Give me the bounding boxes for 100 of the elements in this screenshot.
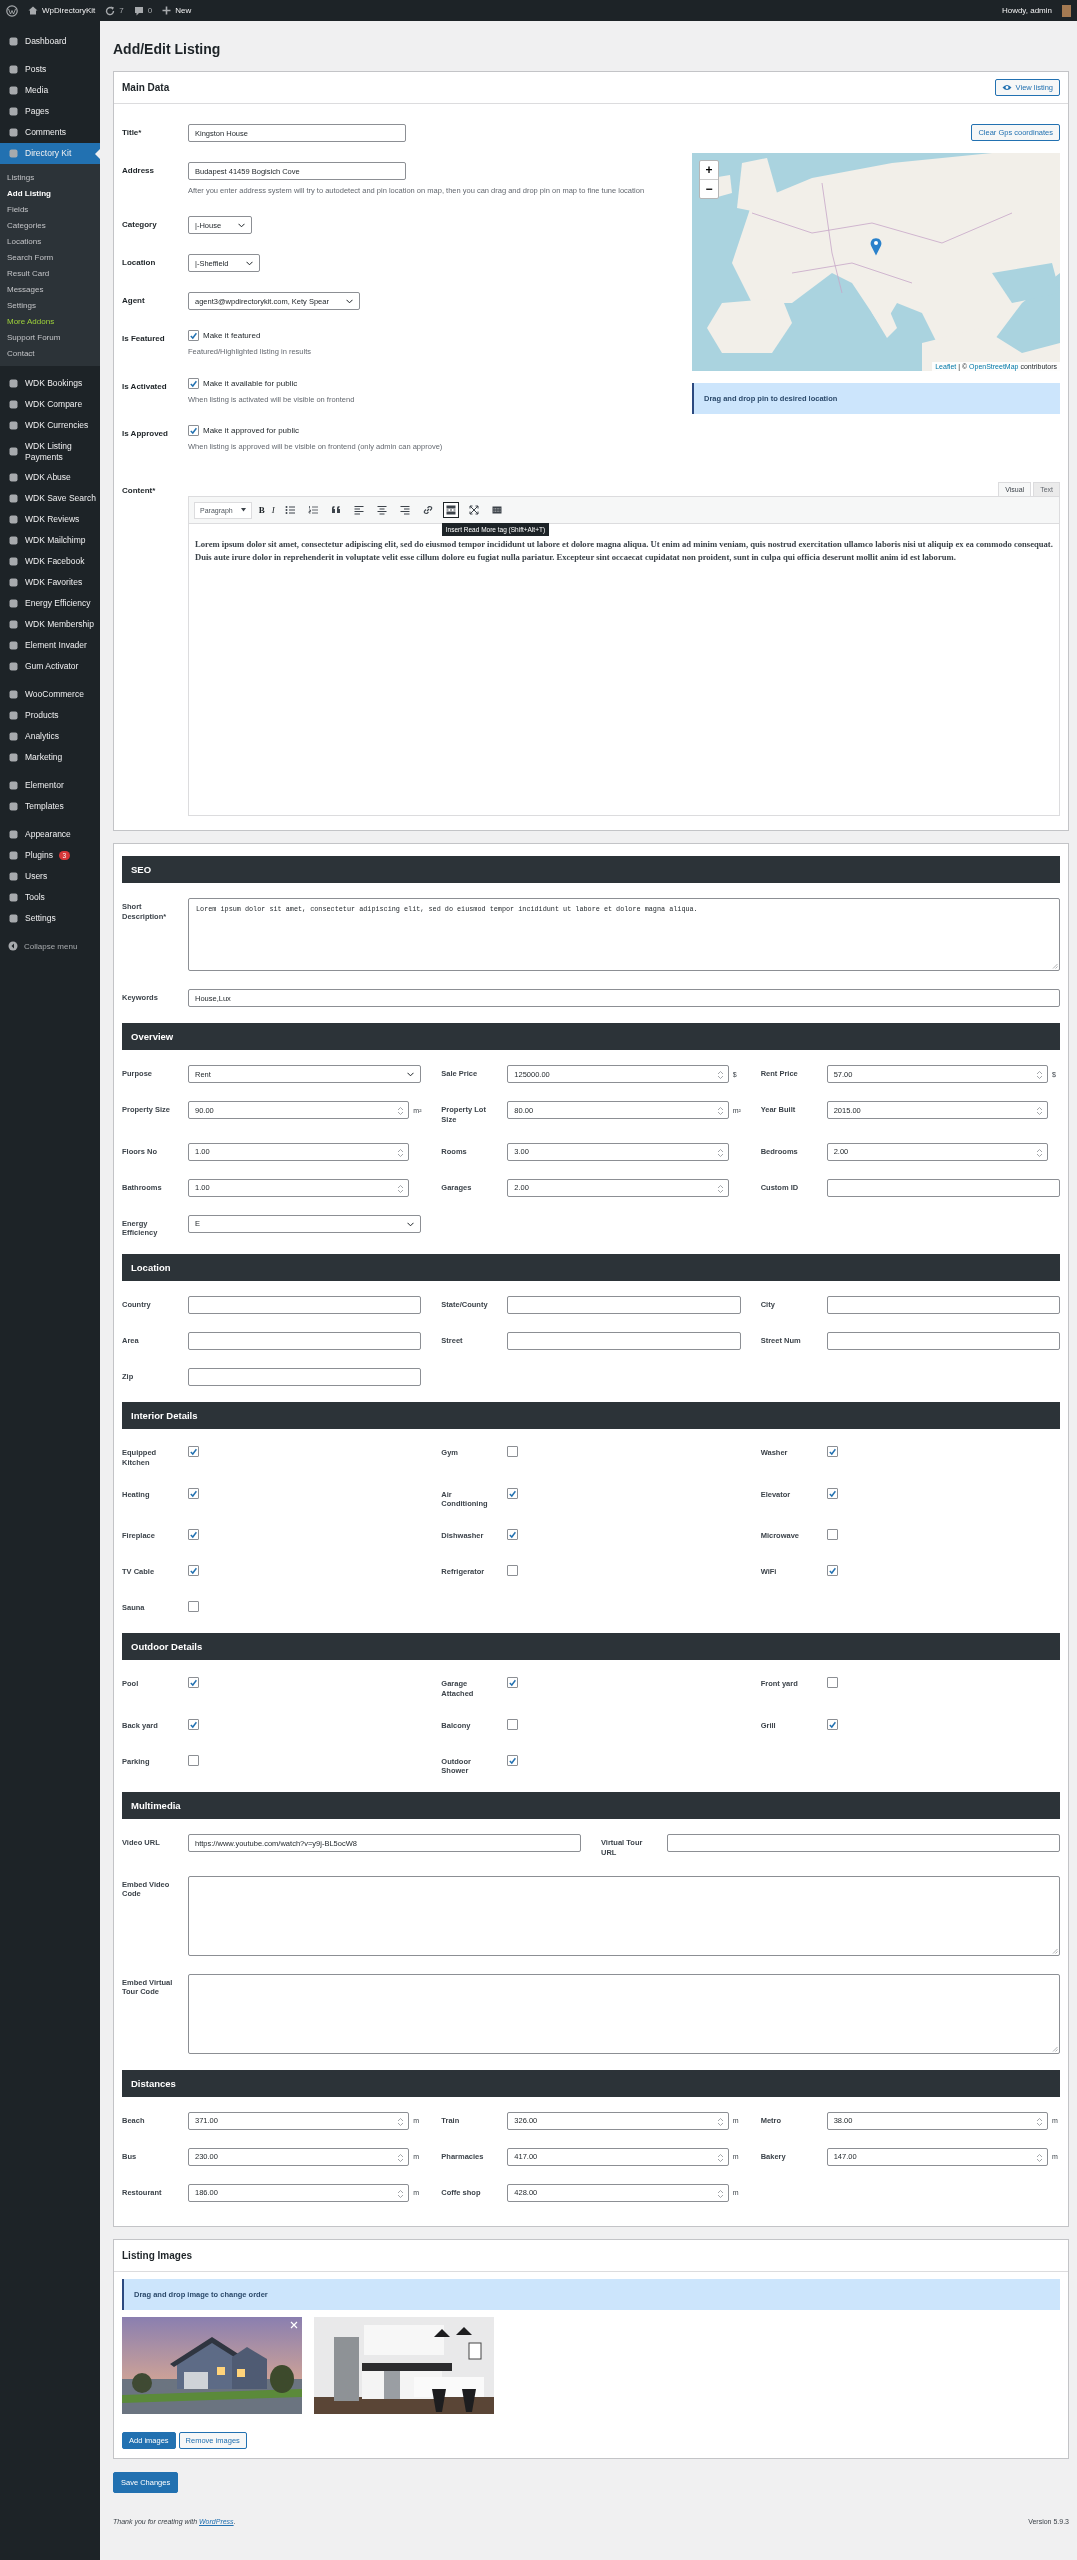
text-field[interactable] bbox=[507, 1296, 741, 1314]
zoom-in-button[interactable]: + bbox=[700, 161, 718, 179]
spinner-icon[interactable] bbox=[397, 2116, 405, 2127]
checkbox[interactable] bbox=[507, 1529, 519, 1540]
sidebar-item[interactable]: Settings bbox=[0, 908, 100, 930]
italic-button[interactable]: I bbox=[271, 505, 275, 515]
submenu-item[interactable]: More Addons bbox=[0, 313, 100, 329]
sidebar-item[interactable]: Energy Efficiency bbox=[0, 593, 100, 615]
sidebar-item[interactable]: Products bbox=[0, 705, 100, 727]
plus-icon[interactable] bbox=[162, 6, 172, 15]
text-field[interactable] bbox=[826, 1178, 1060, 1197]
checkbox[interactable] bbox=[188, 1718, 199, 1730]
comment-icon[interactable] bbox=[133, 5, 144, 16]
spinner-icon[interactable] bbox=[716, 2188, 724, 2199]
spinner-icon[interactable] bbox=[397, 1183, 405, 1194]
text-field[interactable] bbox=[188, 1332, 422, 1350]
new-link[interactable]: New bbox=[175, 6, 192, 15]
text-area[interactable] bbox=[188, 1875, 1060, 1956]
checkbox[interactable] bbox=[188, 1446, 199, 1457]
fullscreen-icon[interactable] bbox=[468, 505, 479, 515]
checkbox[interactable] bbox=[826, 1487, 838, 1499]
refresh-icon[interactable] bbox=[105, 5, 116, 16]
sidebar-item[interactable]: WDK Facebook bbox=[0, 551, 100, 573]
sidebar-item[interactable]: Appearance bbox=[0, 824, 100, 846]
checkbox[interactable] bbox=[188, 1529, 199, 1540]
checkbox[interactable] bbox=[188, 1677, 199, 1688]
align-center-icon[interactable] bbox=[376, 505, 387, 515]
spinner-icon[interactable] bbox=[1036, 2116, 1043, 2127]
spinner-icon[interactable] bbox=[1036, 1070, 1043, 1080]
checkbox[interactable] bbox=[826, 1529, 838, 1540]
checkbox[interactable] bbox=[826, 1565, 838, 1576]
spinner-icon[interactable] bbox=[716, 2116, 724, 2127]
spinner-icon[interactable] bbox=[716, 1106, 724, 1116]
submenu-item[interactable]: Result Card bbox=[0, 265, 100, 281]
sidebar-item[interactable]: WooCommerce bbox=[0, 684, 100, 706]
text-field[interactable] bbox=[507, 1332, 741, 1350]
checkbox[interactable] bbox=[507, 1565, 519, 1576]
submenu-item[interactable]: Locations bbox=[0, 233, 100, 249]
collapse-menu-button[interactable]: Collapse menu bbox=[0, 936, 100, 957]
quote-icon[interactable] bbox=[330, 505, 341, 515]
sidebar-item[interactable]: Dashboard bbox=[0, 31, 100, 52]
text-field[interactable] bbox=[826, 1296, 1060, 1314]
spinner-icon[interactable] bbox=[397, 1106, 405, 1116]
spinner-icon[interactable] bbox=[397, 2152, 405, 2163]
bulleted-list-icon[interactable] bbox=[284, 505, 295, 515]
spinner-icon[interactable] bbox=[716, 1070, 724, 1080]
spinner-icon[interactable] bbox=[716, 1183, 724, 1194]
submenu-item[interactable]: Support Forum bbox=[0, 329, 100, 345]
checkbox[interactable] bbox=[507, 1677, 519, 1688]
sidebar-item[interactable]: Directory Kit bbox=[0, 143, 100, 164]
text-field[interactable] bbox=[826, 1332, 1060, 1350]
submenu-item[interactable]: Add Listing bbox=[0, 185, 100, 201]
checkbox[interactable] bbox=[188, 377, 199, 389]
submenu-item[interactable]: Categories bbox=[0, 217, 100, 233]
submenu-item[interactable]: Settings bbox=[0, 297, 100, 313]
map-marker-icon[interactable] bbox=[870, 237, 882, 256]
text-area[interactable] bbox=[188, 1973, 1060, 2054]
checkbox[interactable] bbox=[826, 1677, 838, 1688]
sidebar-item[interactable]: WDK Mailchimp bbox=[0, 530, 100, 552]
sidebar-item[interactable]: Templates bbox=[0, 796, 100, 818]
sidebar-item[interactable]: WDK Membership bbox=[0, 614, 100, 636]
spinner-icon[interactable] bbox=[397, 1147, 405, 1158]
sidebar-item[interactable]: Pages bbox=[0, 101, 100, 122]
sidebar-item[interactable]: Posts bbox=[0, 59, 100, 80]
sidebar-item[interactable]: Tools bbox=[0, 887, 100, 909]
checkbox[interactable] bbox=[826, 1718, 838, 1730]
resize-grip-icon[interactable] bbox=[1052, 1947, 1058, 1954]
align-left-icon[interactable] bbox=[353, 505, 364, 515]
sidebar-item[interactable]: Analytics bbox=[0, 726, 100, 748]
checkbox[interactable] bbox=[507, 1754, 519, 1766]
sidebar-item[interactable]: Element Invader bbox=[0, 635, 100, 657]
submenu-item[interactable]: Messages bbox=[0, 281, 100, 297]
site-name[interactable]: WpDirectoryKit bbox=[42, 6, 96, 15]
resize-grip-icon[interactable] bbox=[1052, 2045, 1058, 2052]
zoom-out-button[interactable]: − bbox=[700, 179, 718, 198]
spinner-icon[interactable] bbox=[716, 1147, 724, 1158]
sidebar-item[interactable]: WDK Compare bbox=[0, 394, 100, 415]
sidebar-item[interactable]: WDK Favorites bbox=[0, 572, 100, 594]
sidebar-item[interactable]: Comments bbox=[0, 122, 100, 143]
submenu-item[interactable]: Contact bbox=[0, 345, 100, 361]
sidebar-item[interactable]: Elementor bbox=[0, 775, 100, 797]
sidebar-item[interactable]: WDK Listing Payments bbox=[0, 436, 100, 468]
text-field[interactable] bbox=[667, 1834, 1060, 1852]
sidebar-item[interactable]: WDK Bookings bbox=[0, 373, 100, 394]
greeting[interactable]: Howdy, admin bbox=[1001, 6, 1052, 15]
keyboard-icon[interactable] bbox=[491, 505, 502, 515]
sidebar-item[interactable]: WDK Abuse bbox=[0, 467, 100, 489]
checkbox[interactable] bbox=[188, 1487, 199, 1499]
spinner-icon[interactable] bbox=[1036, 1106, 1043, 1116]
submenu-item[interactable]: Fields bbox=[0, 201, 100, 217]
sidebar-item[interactable]: WDK Save Search bbox=[0, 488, 100, 510]
sidebar-item[interactable]: Gum Activator bbox=[0, 656, 100, 678]
checkbox[interactable] bbox=[507, 1487, 519, 1499]
numbered-list-icon[interactable] bbox=[307, 505, 318, 515]
checkbox[interactable] bbox=[507, 1446, 519, 1457]
spinner-icon[interactable] bbox=[716, 2152, 724, 2163]
sidebar-item[interactable]: Marketing bbox=[0, 747, 100, 769]
checkbox[interactable] bbox=[507, 1718, 519, 1730]
checkbox[interactable] bbox=[188, 1565, 199, 1576]
spinner-icon[interactable] bbox=[1036, 1147, 1043, 1158]
